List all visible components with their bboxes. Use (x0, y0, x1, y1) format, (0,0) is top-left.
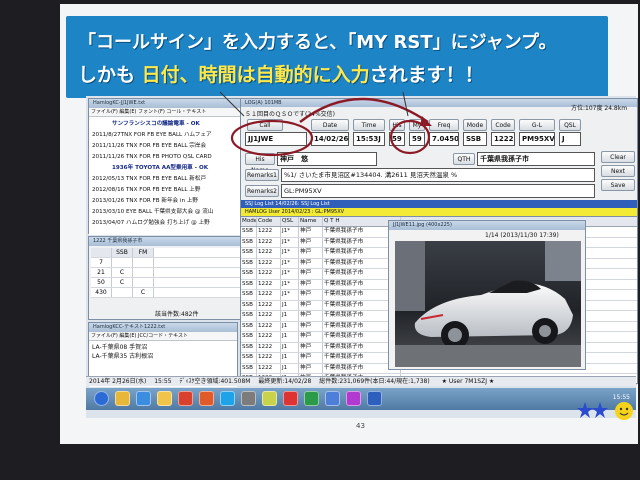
pointer-line-1 (219, 91, 245, 117)
annotation-overlay (219, 91, 432, 157)
jump-arrowhead (420, 116, 432, 126)
call-highlight-circle (230, 119, 314, 157)
pointer-line-2 (402, 91, 409, 117)
jump-arrow (299, 97, 429, 123)
projected-slide: 「コールサイン」を入力すると、「MY RST」にジャンプ。 しかも 日付、時間は… (60, 4, 638, 444)
